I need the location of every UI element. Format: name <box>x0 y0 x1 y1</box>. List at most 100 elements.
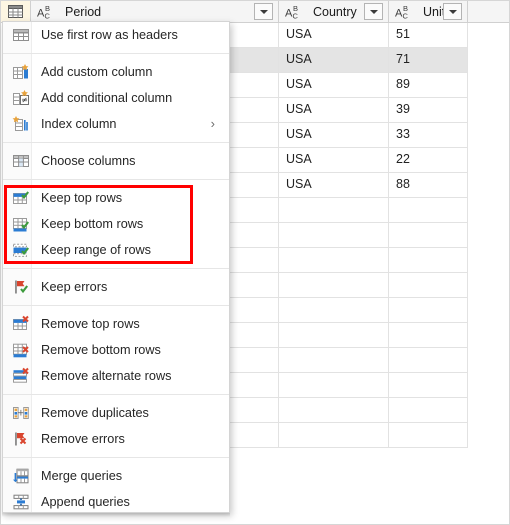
menu-item-add-custom-column[interactable]: Add custom column <box>3 59 229 85</box>
select-all-corner-button[interactable] <box>1 1 31 22</box>
remove-bottom-rows-icon <box>12 341 30 359</box>
menu-item-remove-errors[interactable]: Remove errors <box>3 426 229 452</box>
column-header-period[interactable]: A B C Period <box>31 1 279 22</box>
grid-cell[interactable] <box>279 348 389 373</box>
grid-cell[interactable] <box>389 423 468 448</box>
column-header-label: Country <box>313 4 357 19</box>
grid-cell[interactable] <box>389 298 468 323</box>
grid-cell[interactable] <box>389 248 468 273</box>
menu-item-keep-range-of-rows[interactable]: Keep range of rows <box>3 237 229 263</box>
grid-cell[interactable]: 51 <box>389 23 468 48</box>
menu-item-label: Merge queries <box>41 469 123 483</box>
menu-separator <box>3 53 229 54</box>
keep-errors-icon <box>12 278 30 296</box>
grid-cell[interactable] <box>389 323 468 348</box>
menu-item-append-queries[interactable]: Append queries <box>3 489 229 512</box>
grid-cell[interactable] <box>389 273 468 298</box>
menu-item-label: Add custom column <box>41 65 153 79</box>
grid-cell[interactable] <box>279 398 389 423</box>
filter-dropdown-icon[interactable] <box>364 3 383 20</box>
merge-queries-icon <box>12 467 30 485</box>
grid-cell[interactable]: USA <box>279 123 389 148</box>
menu-item-label: Keep range of rows <box>41 243 152 257</box>
menu-separator <box>3 268 229 269</box>
column-header-label: Units <box>423 4 443 19</box>
menu-item-keep-errors[interactable]: Keep errors <box>3 274 229 300</box>
svg-text:C: C <box>403 12 409 20</box>
chevron-right-icon: › <box>210 116 215 131</box>
grid-cell[interactable] <box>279 198 389 223</box>
menu-item-label: Choose columns <box>41 154 136 168</box>
menu-item-label: Keep errors <box>41 280 108 294</box>
grid-cell[interactable] <box>389 373 468 398</box>
grid-cell[interactable]: 22 <box>389 148 468 173</box>
grid-cell[interactable] <box>279 373 389 398</box>
menu-item-remove-bottom-rows[interactable]: Remove bottom rows <box>3 337 229 363</box>
filter-dropdown-icon[interactable] <box>443 3 462 20</box>
grid-cell[interactable]: USA <box>279 48 389 73</box>
svg-text:C: C <box>45 12 51 20</box>
remove-duplicates-icon: + <box>12 404 30 422</box>
grid-cell[interactable]: USA <box>279 23 389 48</box>
grid-cell[interactable]: 71 <box>389 48 468 73</box>
grid-cell[interactable] <box>279 298 389 323</box>
menu-item-label: Append queries <box>41 495 130 509</box>
filter-dropdown-icon[interactable] <box>254 3 273 20</box>
grid-cell[interactable]: 88 <box>389 173 468 198</box>
grid-cell[interactable] <box>279 273 389 298</box>
grid-cell[interactable] <box>389 198 468 223</box>
menu-item-remove-duplicates[interactable]: + Remove duplicates <box>3 400 229 426</box>
menu-item-keep-bottom-rows[interactable]: Keep bottom rows <box>3 211 229 237</box>
grid-cell[interactable] <box>389 348 468 373</box>
table-header-row-icon <box>12 26 30 44</box>
menu-item-use-first-row-as-headers[interactable]: Use first row as headers <box>3 22 229 48</box>
keep-bottom-rows-icon <box>12 215 30 233</box>
menu-item-add-conditional-column[interactable]: ≠ Add conditional column <box>3 85 229 111</box>
menu-item-label: Index column <box>41 117 117 131</box>
menu-item-label: Add conditional column <box>41 91 173 105</box>
remove-errors-icon <box>12 430 30 448</box>
power-query-editor-window: ABCPeriodABCCountryABCUnits USA51USA71US… <box>0 0 510 525</box>
menu-item-label: Use first row as headers <box>41 28 178 42</box>
menu-item-merge-queries[interactable]: Merge queries <box>3 463 229 489</box>
menu-separator <box>3 394 229 395</box>
menu-item-label: Keep bottom rows <box>41 217 144 231</box>
choose-columns-icon <box>12 152 30 170</box>
grid-cell[interactable]: 89 <box>389 73 468 98</box>
menu-separator <box>3 179 229 180</box>
grid-cell[interactable]: 39 <box>389 98 468 123</box>
select-all-table-icon <box>8 5 23 18</box>
grid-cell[interactable]: USA <box>279 73 389 98</box>
remove-top-rows-icon <box>12 315 30 333</box>
menu-item-choose-columns[interactable]: Choose columns <box>3 148 229 174</box>
abc-text-type-icon: ABC <box>395 4 417 19</box>
grid-cell[interactable] <box>279 423 389 448</box>
grid-cell[interactable]: 33 <box>389 123 468 148</box>
menu-item-remove-alternate-rows[interactable]: Remove alternate rows <box>3 363 229 389</box>
grid-cell[interactable]: USA <box>279 173 389 198</box>
menu-item-label: Remove errors <box>41 432 125 446</box>
menu-item-remove-top-rows[interactable]: Remove top rows <box>3 311 229 337</box>
transform-context-menu[interactable]: Use first row as headers Add custom colum… <box>2 21 230 513</box>
remove-alternate-rows-icon <box>12 367 30 385</box>
grid-cell[interactable] <box>279 323 389 348</box>
menu-item-list: Use first row as headers Add custom colum… <box>3 22 229 512</box>
grid-cell[interactable] <box>389 223 468 248</box>
keep-range-of-rows-icon <box>12 241 30 259</box>
menu-separator <box>3 142 229 143</box>
grid-cell[interactable] <box>279 223 389 248</box>
menu-item-label: Remove top rows <box>41 317 140 331</box>
abc-text-type-icon: ABC <box>37 4 59 19</box>
grid-cell[interactable]: USA <box>279 98 389 123</box>
index-column-icon <box>12 115 30 133</box>
menu-item-index-column[interactable]: Index column › <box>3 111 229 137</box>
menu-item-label: Remove bottom rows <box>41 343 161 357</box>
column-header-country[interactable]: A B C Country <box>279 1 389 22</box>
grid-cell[interactable]: USA <box>279 148 389 173</box>
grid-cell[interactable] <box>389 398 468 423</box>
column-header-units[interactable]: ABC Units <box>389 1 468 22</box>
menu-item-keep-top-rows[interactable]: Keep top rows <box>3 185 229 211</box>
grid-cell[interactable] <box>279 248 389 273</box>
append-queries-icon <box>12 493 30 511</box>
abc-text-type-icon: ABC <box>285 4 307 19</box>
